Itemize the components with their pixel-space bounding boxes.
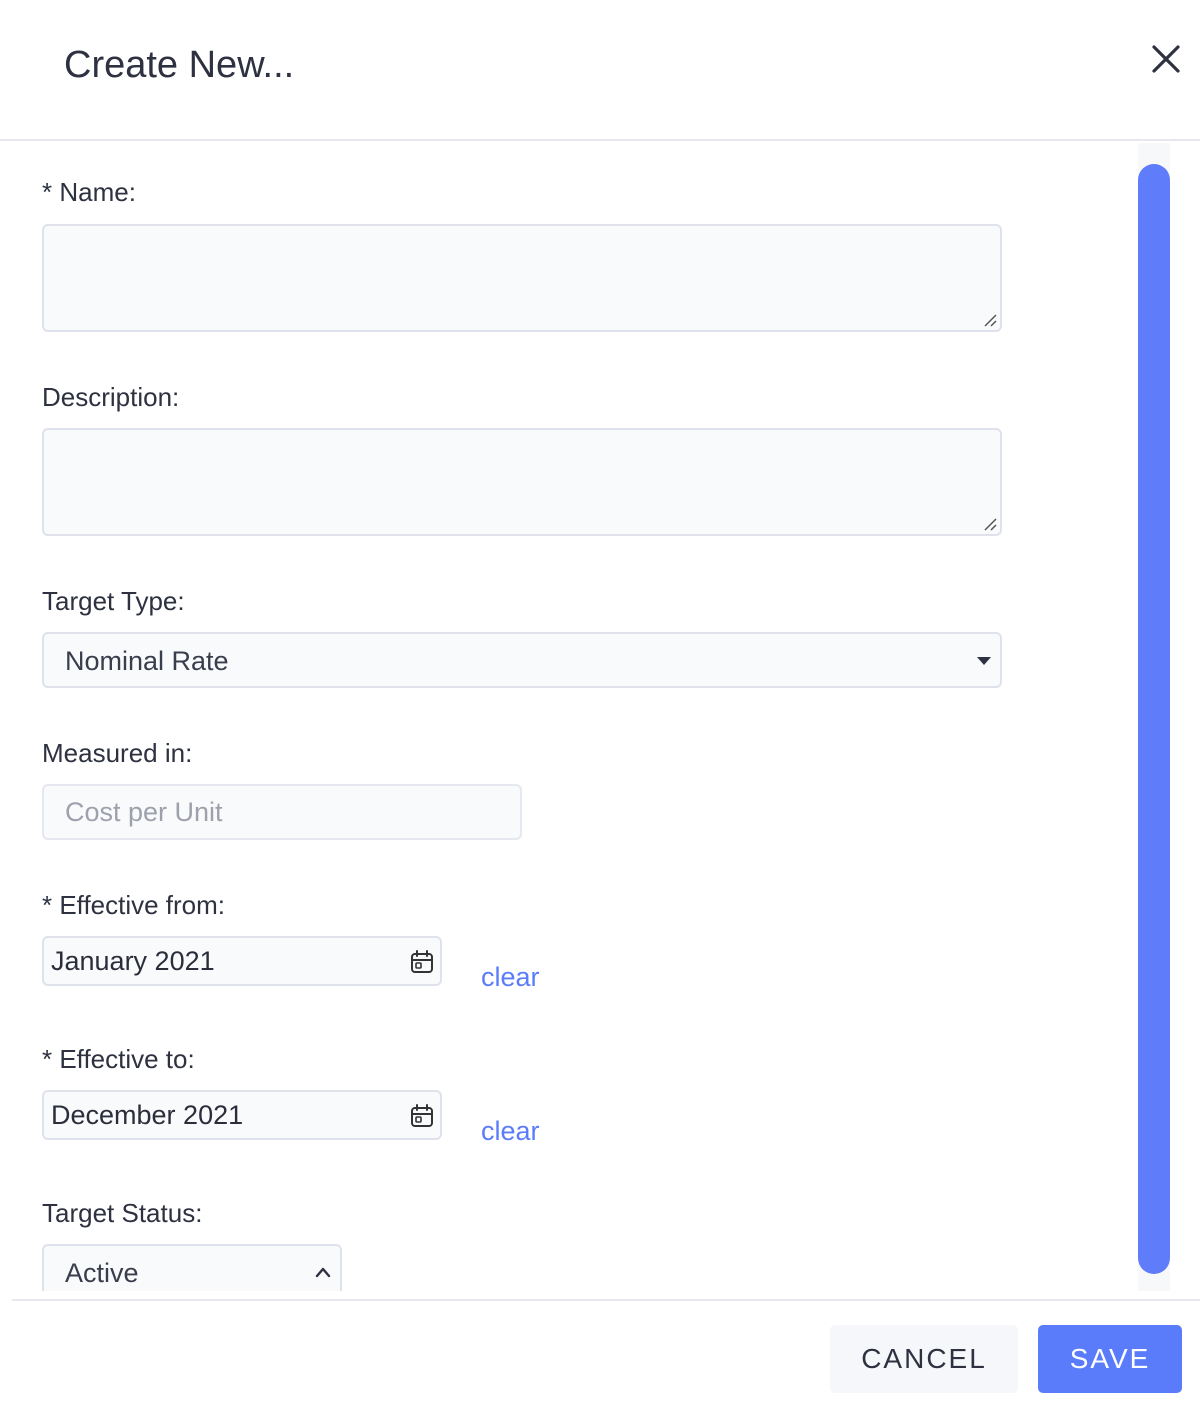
dialog-footer: CANCEL SAVE (12, 1299, 1200, 1410)
effective-to-clear-link[interactable]: clear (481, 1114, 540, 1148)
target-status-label: Target Status: (42, 1198, 203, 1228)
target-status-value: Active (65, 1258, 139, 1288)
calendar-icon[interactable] (409, 1103, 435, 1129)
resize-handle-icon[interactable] (982, 516, 998, 532)
effective-from-label: * Effective from: (42, 890, 226, 920)
resize-handle-icon[interactable] (982, 312, 998, 328)
close-button[interactable] (1145, 38, 1187, 80)
description-textarea[interactable] (42, 428, 1002, 536)
dialog-header: Create New... (0, 0, 1200, 141)
measured-in-value: Cost per Unit (65, 797, 223, 827)
effective-from-value: January 2021 (51, 946, 215, 976)
measured-in-label: Measured in: (42, 738, 193, 768)
cancel-button[interactable]: CANCEL (830, 1325, 1018, 1393)
name-label: * Name: (42, 177, 136, 207)
target-type-label: Target Type: (42, 586, 185, 616)
close-icon (1152, 45, 1180, 73)
effective-from-date-input[interactable]: January 2021 (42, 936, 442, 986)
scrollbar-thumb[interactable] (1138, 164, 1170, 1274)
caret-down-icon (977, 657, 991, 665)
target-type-select[interactable]: Nominal Rate (42, 632, 1002, 688)
calendar-icon[interactable] (409, 949, 435, 975)
effective-to-label: * Effective to: (42, 1044, 195, 1074)
description-label: Description: (42, 382, 180, 412)
target-status-select[interactable]: Active (42, 1244, 342, 1291)
chevron-up-icon (315, 1267, 331, 1278)
effective-from-clear-link[interactable]: clear (481, 960, 540, 994)
measured-in-field: Cost per Unit (42, 784, 522, 840)
effective-to-value: December 2021 (51, 1100, 244, 1130)
target-type-value: Nominal Rate (65, 646, 229, 676)
name-textarea[interactable] (42, 224, 1002, 332)
effective-to-date-input[interactable]: December 2021 (42, 1090, 442, 1140)
dialog-body: * Name: Description: Target Type: Nomina… (0, 143, 1200, 1291)
save-button[interactable]: SAVE (1038, 1325, 1182, 1393)
dialog-title: Create New... (64, 44, 295, 86)
